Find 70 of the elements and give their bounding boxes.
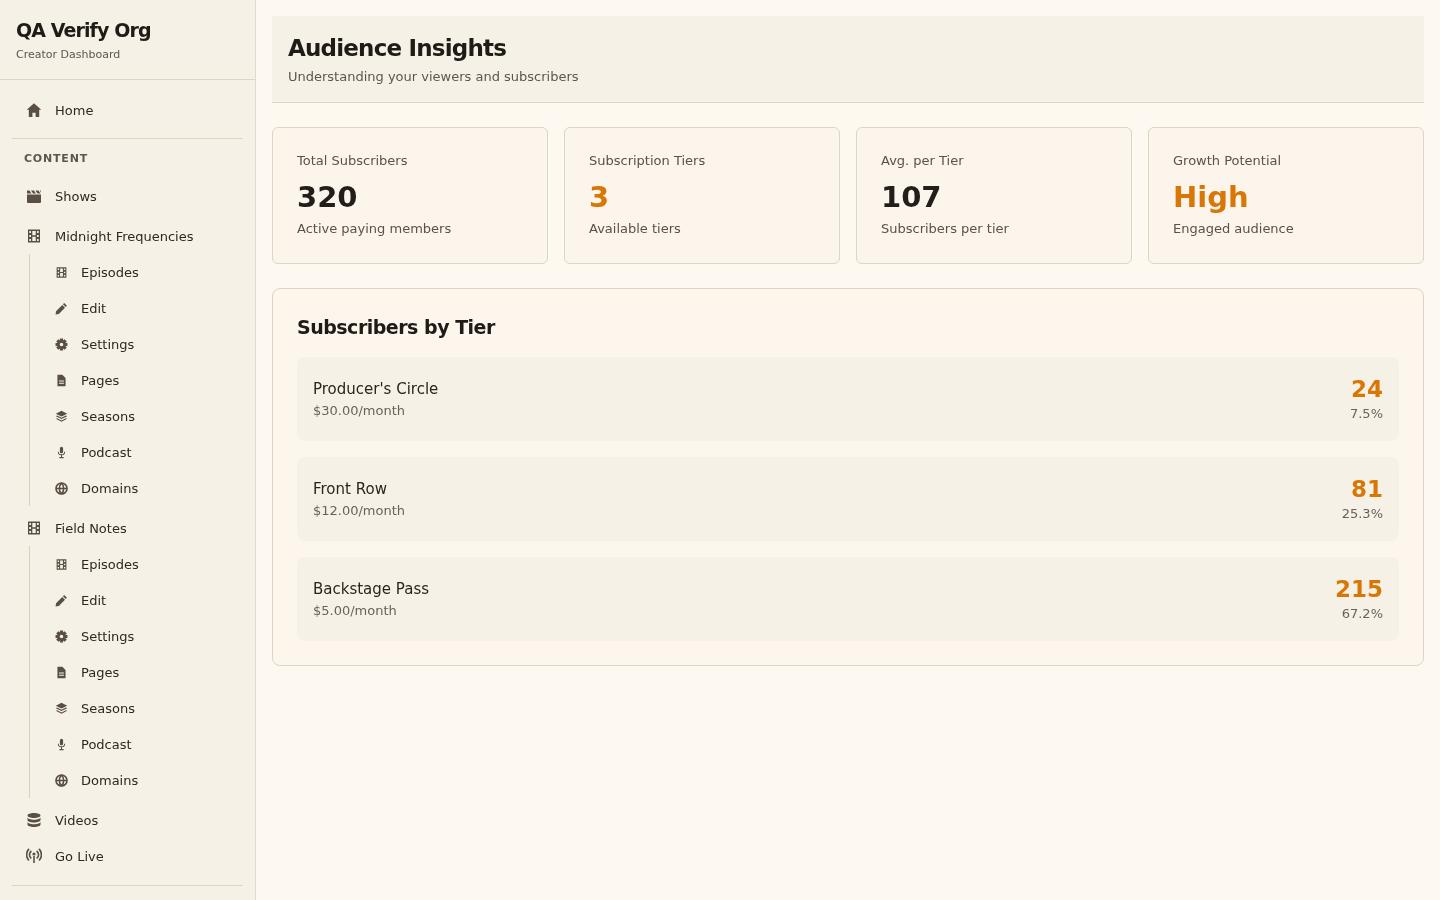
page-subtitle: Understanding your viewers and subscribers: [288, 68, 580, 86]
stat-caption: Available tiers: [589, 220, 682, 238]
tier-name: Backstage Pass: [313, 578, 429, 600]
org-name: QA Verify Org: [16, 18, 152, 43]
tier-share: 67.2%: [1340, 605, 1383, 623]
stat-value: High: [1173, 179, 1250, 215]
stat-label: Subscription Tiers: [589, 152, 707, 170]
stat-caption: Engaged audience: [1173, 220, 1295, 238]
stat-label: Growth Potential: [1173, 152, 1283, 170]
tier-price: $30.00/month: [313, 401, 407, 420]
nav-item[interactable]: Videos: [12, 802, 243, 838]
microphone-icon: [55, 445, 68, 459]
tier-count: 81: [1350, 475, 1383, 504]
stat-label: Avg. per Tier: [881, 152, 965, 170]
nav-subitem[interactable]: Edit: [30, 290, 243, 326]
org-subtitle: Creator Dashboard: [16, 47, 122, 63]
stat-label: Total Subscribers: [297, 152, 409, 170]
section-label: CONTENT: [23, 151, 89, 167]
nav-subitem[interactable]: Domains: [30, 470, 243, 506]
stat-value: 320: [297, 179, 359, 215]
pencil-icon: [55, 593, 68, 607]
stat-value: 3: [589, 179, 611, 215]
nav-subitem[interactable]: Edit: [30, 582, 243, 618]
tier-count: 24: [1350, 375, 1383, 404]
stat-caption: Subscribers per tier: [881, 220, 1010, 238]
antenna-icon: [26, 848, 42, 864]
nav-subitem[interactable]: Settings: [30, 618, 243, 654]
nav-subitem[interactable]: Seasons: [30, 398, 243, 434]
globe-icon: [55, 773, 68, 787]
layers-icon: [55, 409, 68, 423]
nav-item[interactable]: Shows: [12, 178, 243, 214]
database-icon: [26, 812, 42, 828]
settings-icon: [55, 629, 68, 643]
nav-item[interactable]: Home: [12, 92, 243, 128]
nav-subitem[interactable]: Seasons: [30, 690, 243, 726]
nav-item[interactable]: Go Live: [12, 838, 243, 874]
nav-subitem[interactable]: Episodes: [30, 546, 243, 582]
pencil-icon: [55, 301, 68, 315]
nav-subitem[interactable]: Pages: [30, 654, 243, 690]
tier-price: $12.00/month: [313, 501, 406, 520]
nav-subitem[interactable]: Episodes: [30, 254, 243, 290]
nav-subitem[interactable]: Settings: [30, 326, 243, 362]
nav-subitem[interactable]: Pages: [30, 362, 243, 398]
page-title: Audience Insights: [288, 34, 508, 63]
globe-icon: [55, 481, 68, 495]
tier-price: $5.00/month: [313, 601, 398, 620]
tier-share: 25.3%: [1341, 505, 1383, 523]
tier-count: 215: [1335, 575, 1383, 604]
nav-item[interactable]: Midnight Frequencies: [12, 218, 243, 254]
film-icon: [55, 265, 68, 279]
film-icon: [55, 557, 68, 571]
settings-icon: [55, 337, 68, 351]
nav-subitem[interactable]: Podcast: [30, 726, 243, 762]
tier-name: Front Row: [313, 478, 388, 500]
nav-item[interactable]: Field Notes: [12, 510, 243, 546]
microphone-icon: [55, 737, 68, 751]
panel-title: Subscribers by Tier: [297, 315, 497, 340]
nav-subitem[interactable]: Domains: [30, 762, 243, 798]
film-icon: [26, 520, 42, 536]
layers-icon: [55, 701, 68, 715]
tier-share: 7.5%: [1349, 405, 1383, 423]
document-icon: [55, 373, 68, 387]
nav-subitem[interactable]: Podcast: [30, 434, 243, 470]
stat-value: 107: [881, 179, 943, 215]
film-icon: [26, 228, 42, 244]
document-icon: [55, 665, 68, 679]
clapperboard-icon: [26, 188, 42, 204]
tier-name: Producer's Circle: [313, 378, 439, 400]
home-icon: [26, 102, 42, 118]
stat-caption: Active paying members: [297, 220, 453, 238]
